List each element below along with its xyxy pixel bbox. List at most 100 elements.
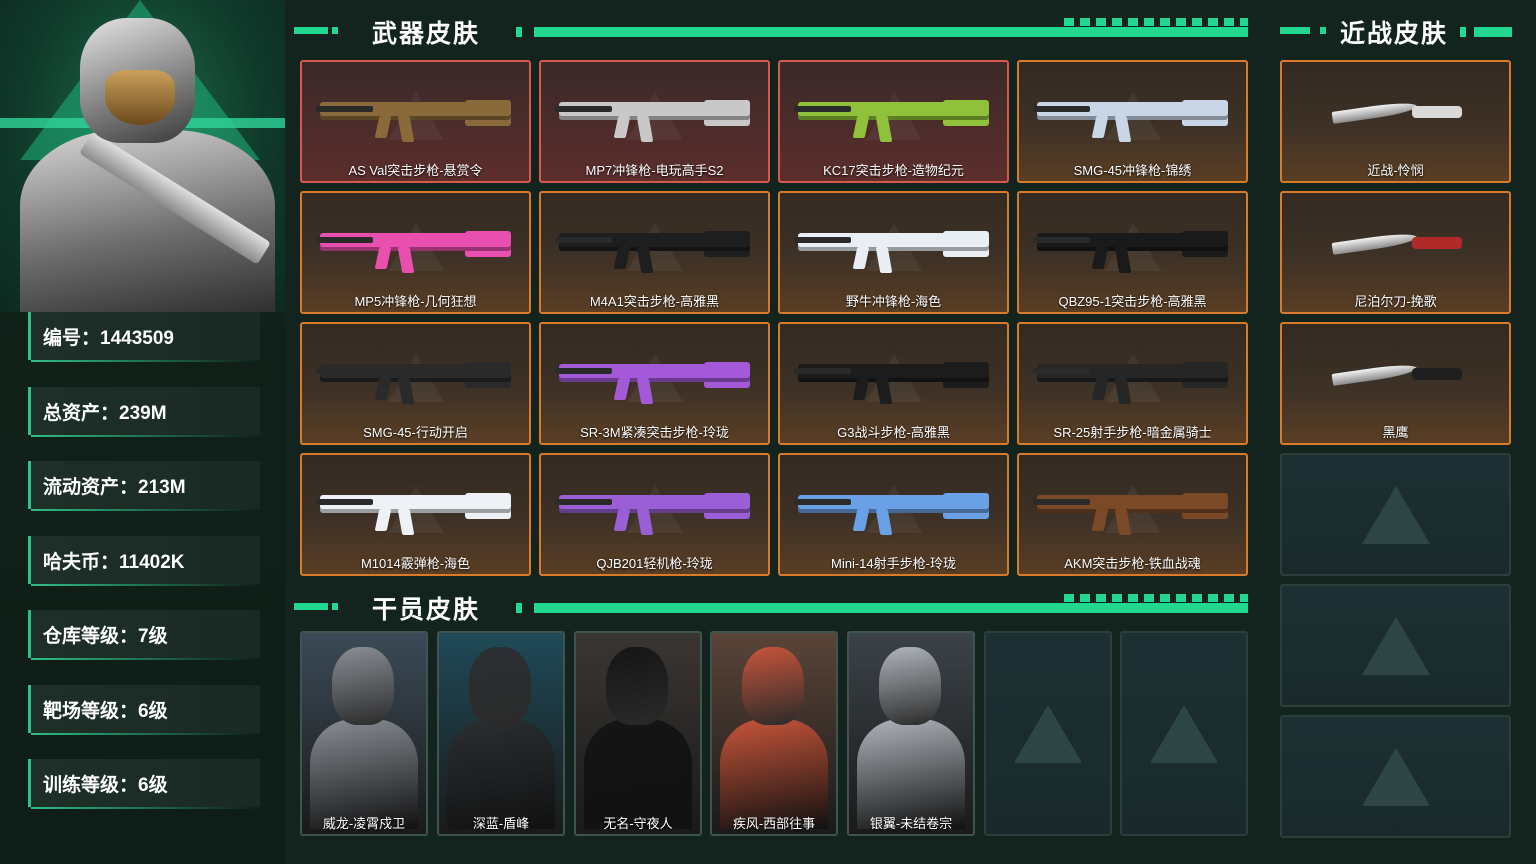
operator-skin-label: 深蓝-盾峰 [472, 816, 530, 831]
weapon-image [555, 92, 750, 142]
weapon-barrel [1033, 499, 1091, 505]
operator-skin-card[interactable]: 威龙-凌霄戍卫 [300, 631, 428, 836]
weapon-magazine [1091, 509, 1109, 531]
weapon-skin-card[interactable]: SR-3M紧凑突击步枪-玲珑 [539, 322, 770, 445]
weapon-magazine [852, 247, 870, 269]
weapon-skin-card[interactable]: G3战斗步枪-高雅黑 [778, 322, 1009, 445]
operator-skin-card[interactable]: 深蓝-盾峰 [437, 631, 565, 836]
weapon-skin-card[interactable]: SMG-45-行动开启 [300, 322, 531, 445]
knife-handle [1412, 106, 1462, 118]
delta-logo-placeholder-icon [1014, 704, 1082, 763]
weapon-skin-card[interactable]: MP5冲锋枪-几何狂想 [300, 191, 531, 314]
weapon-barrel [316, 106, 374, 112]
weapon-skin-card[interactable]: 野牛冲锋枪-海色 [778, 191, 1009, 314]
weapon-skin-card[interactable]: KC17突击步枪-造物纪元 [778, 60, 1009, 183]
header-bar-tick [516, 603, 522, 613]
weapon-image [555, 223, 750, 273]
delta-logo-placeholder-icon [1361, 616, 1430, 675]
weapon-section-title: 武器皮肤 [372, 20, 481, 48]
weapon-skin-card[interactable]: AKM突击步枪-铁血战魂 [1017, 453, 1248, 576]
weapon-skin-card[interactable]: AS Val突击步枪-悬赏令 [300, 60, 531, 183]
weapon-image [555, 354, 750, 404]
portrait-visor [105, 70, 175, 125]
weapon-barrel [1033, 368, 1091, 374]
header-bar-tick [1460, 27, 1466, 37]
weapon-barrel [794, 368, 852, 374]
weapon-skin-label: QBZ95-1突击步枪-高雅黑 [1058, 294, 1207, 309]
weapon-skin-card[interactable]: QBZ95-1突击步枪-高雅黑 [1017, 191, 1248, 314]
operator-section-title: 干员皮肤 [372, 596, 481, 624]
melee-skin-label: 近战-怜悯 [1367, 163, 1424, 178]
empty-melee-slot[interactable] [1280, 453, 1511, 576]
header-bar [534, 27, 1248, 37]
empty-operator-slot[interactable] [984, 631, 1112, 836]
operator-skin-card[interactable]: 无名-守夜人 [574, 631, 702, 836]
weapon-image [1033, 223, 1228, 273]
weapon-image [794, 354, 989, 404]
melee-image [1331, 362, 1462, 386]
operator-skin-label: 无名-守夜人 [603, 816, 673, 831]
melee-image [1331, 231, 1462, 255]
stat-id: 编号：1443509 [28, 312, 260, 362]
knife-handle [1412, 368, 1462, 380]
weapon-skin-label: M4A1突击步枪-高雅黑 [589, 294, 720, 309]
operator-portrait [0, 0, 285, 312]
profile-panel: 编号：1443509 总资产：239M 流动资产：213M 哈夫币：11402K… [0, 0, 285, 864]
weapon-barrel [316, 368, 374, 374]
weapon-image [794, 92, 989, 142]
knife-handle [1412, 237, 1462, 249]
weapon-magazine [374, 509, 392, 531]
weapon-skin-card[interactable]: QJB201轻机枪-玲珑 [539, 453, 770, 576]
melee-skin-card[interactable]: 近战-怜悯 [1280, 60, 1511, 183]
weapon-magazine [374, 247, 392, 269]
delta-logo-placeholder-icon [1361, 747, 1430, 806]
weapon-skin-label: QJB201轻机枪-玲珑 [596, 556, 713, 571]
empty-operator-slot[interactable] [1120, 631, 1248, 836]
knife-blade [1331, 362, 1418, 386]
weapon-skin-card[interactable]: M4A1突击步枪-高雅黑 [539, 191, 770, 314]
weapon-barrel [555, 106, 613, 112]
operator-skin-label: 银翼-未结卷宗 [869, 816, 953, 831]
weapon-image [794, 223, 989, 273]
weapon-barrel [794, 237, 852, 243]
melee-image [1331, 100, 1462, 124]
weapon-magazine [613, 247, 631, 269]
operator-skin-label: 威龙-凌霄戍卫 [322, 816, 406, 831]
operator-skin-card[interactable]: 银翼-未结卷宗 [847, 631, 975, 836]
header-dash [294, 603, 328, 610]
weapon-skin-card[interactable]: SMG-45冲锋枪-锦绣 [1017, 60, 1248, 183]
weapon-image [555, 485, 750, 535]
weapon-barrel [316, 237, 374, 243]
weapon-skin-label: AS Val突击步枪-悬赏令 [348, 163, 483, 178]
weapon-magazine [374, 116, 392, 138]
empty-melee-slot[interactable] [1280, 715, 1511, 838]
melee-skin-card[interactable]: 黑鹰 [1280, 322, 1511, 445]
weapon-skin-card[interactable]: M1014霰弹枪-海色 [300, 453, 531, 576]
header-bar-tick [516, 27, 522, 37]
melee-skin-card[interactable]: 尼泊尔刀-挽歌 [1280, 191, 1511, 314]
melee-skin-label: 尼泊尔刀-挽歌 [1354, 294, 1437, 309]
weapon-skin-card[interactable]: Mini-14射手步枪-玲珑 [778, 453, 1009, 576]
weapon-image [794, 485, 989, 535]
stat-range-level: 靶场等级：6级 [28, 685, 260, 735]
weapon-magazine [613, 509, 631, 531]
weapon-barrel [555, 237, 613, 243]
header-dash-small [332, 603, 338, 610]
weapon-skin-label: AKM突击步枪-铁血战魂 [1064, 556, 1201, 571]
stat-havoc-coins: 哈夫币：11402K [28, 536, 260, 586]
weapon-barrel [555, 368, 613, 374]
weapon-image [316, 485, 511, 535]
weapon-image [1033, 354, 1228, 404]
header-bar [534, 603, 1248, 613]
weapon-skin-label: 野牛冲锋枪-海色 [845, 294, 942, 309]
weapon-skin-card[interactable]: SR-25射手步枪-暗金属骑士 [1017, 322, 1248, 445]
weapon-skin-label: MP7冲锋枪-电玩高手S2 [585, 163, 724, 178]
header-dash-small [332, 27, 338, 34]
weapon-skin-card[interactable]: MP7冲锋枪-电玩高手S2 [539, 60, 770, 183]
empty-melee-slot[interactable] [1280, 584, 1511, 707]
weapon-magazine [1091, 378, 1109, 400]
weapon-skin-label: M1014霰弹枪-海色 [360, 556, 471, 571]
header-dash [294, 27, 328, 34]
operator-skin-card[interactable]: 疾风-西部往事 [710, 631, 838, 836]
operator-head [332, 647, 394, 725]
